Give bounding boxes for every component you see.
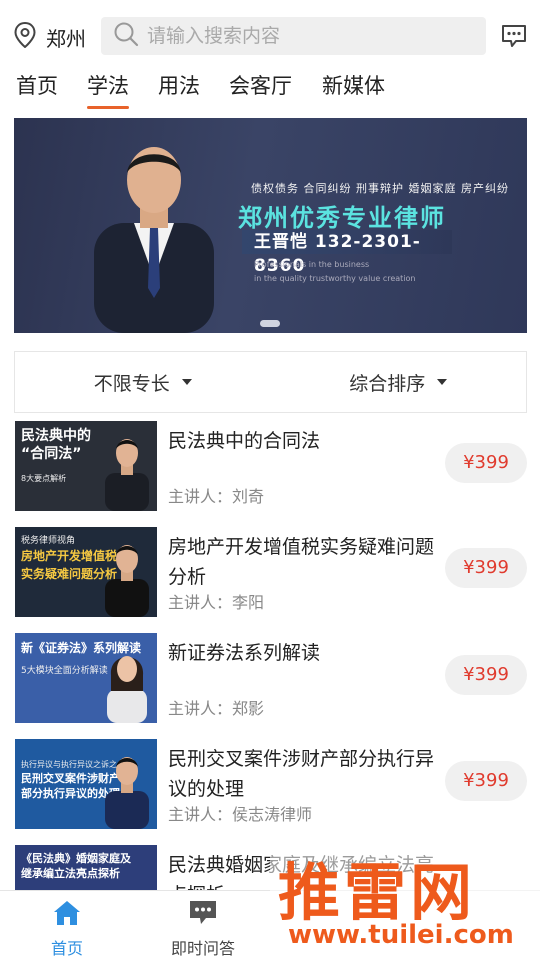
nav-instant-qa[interactable]: 即时问答 <box>158 899 248 959</box>
nav-instant-qa-label: 即时问答 <box>170 939 235 958</box>
course-item[interactable]: 民法典中的 “合同法” 8大要点解析 民法典中的合同法 主讲人：刘奇 ¥399 <box>15 421 527 511</box>
course-thumbnail: 税务律师视角 房地产开发增值税 实务疑难问题分析 <box>15 527 157 617</box>
sort-filter-label: 综合排序 <box>349 372 426 395</box>
course-lecturer: 主讲人：侯志涛律师 <box>168 805 313 824</box>
banner-contact: 王晋恺 132-2301-8360 <box>242 230 452 276</box>
location-pin-icon <box>14 21 36 52</box>
course-lecturer: 主讲人：李阳 <box>168 593 265 612</box>
lecturer-photo <box>105 545 149 617</box>
lecturer-photo <box>107 656 147 723</box>
home-icon <box>22 899 112 931</box>
course-item[interactable]: 税务律师视角 房地产开发增值税 实务疑难问题分析 房地产开发增值税实务疑难问题分… <box>15 527 527 617</box>
thumbnail-subtitle: 8大要点解析 <box>21 474 67 483</box>
price-button[interactable]: ¥399 <box>445 443 527 483</box>
watermark-logo: 推雷网 <box>278 856 477 929</box>
specialty-filter[interactable]: 不限专长 <box>15 352 271 412</box>
promo-banner[interactable]: 债权债务 合同纠纷 刑事辩护 婚姻家庭 房产纠纷 郑州优秀专业律师 王晋恺 13… <box>14 118 527 333</box>
sort-filter[interactable]: 综合排序 <box>271 352 527 412</box>
course-thumbnail: 民法典中的 “合同法” 8大要点解析 <box>15 421 157 511</box>
tab-use-law[interactable]: 用法 <box>158 70 200 100</box>
course-thumbnail: 执行异议与执行异议之诉之 民刑交叉案件涉财产 部分执行异议的处理 <box>15 739 157 829</box>
search-icon <box>113 21 139 51</box>
top-bar: 郑州 <box>0 0 540 68</box>
course-item[interactable]: 新《证券法》系列解读 5大模块全面分析解读 新证券法系列解读 主讲人：郑影 ¥3… <box>15 633 527 723</box>
caret-down-icon <box>437 379 448 385</box>
nav-home-label: 首页 <box>50 939 83 958</box>
banner-practice-areas: 债权债务 合同纠纷 刑事辩护 婚姻家庭 房产纠纷 <box>251 182 509 195</box>
thumbnail-title: 《民法典》婚姻家庭及 继承编立法亮点探析 <box>21 852 131 880</box>
lecturer-photo <box>105 757 149 829</box>
location-selector[interactable]: 郑州 <box>14 21 86 52</box>
thumbnail-subtitle: 5大模块全面分析解读 <box>21 666 108 676</box>
course-lecturer: 主讲人：郑影 <box>168 699 265 718</box>
banner-headline: 郑州优秀专业律师 <box>238 203 446 232</box>
nav-home[interactable]: 首页 <box>22 899 112 959</box>
watermark-url: www.tuilei.com <box>288 920 514 950</box>
carousel-indicator[interactable] <box>260 320 280 327</box>
lecturer-photo <box>105 439 149 511</box>
course-title: 民刑交叉案件涉财产部分执行异议的处理 <box>168 748 435 800</box>
banner-subtext-2: in the quality trustworthy value creatio… <box>254 274 416 283</box>
course-title: 民法典中的合同法 <box>168 430 321 452</box>
price-button[interactable]: ¥399 <box>445 548 527 588</box>
tab-lounge[interactable]: 会客厅 <box>229 70 292 100</box>
thumbnail-title: 民法典中的 “合同法” <box>21 428 91 462</box>
lawyer-photo <box>94 147 214 333</box>
thumbnail-subtitle: 税务律师视角 <box>21 536 76 546</box>
watermark: 推雷网 www.tuilei.com <box>270 838 540 960</box>
course-thumbnail: 新《证券法》系列解读 5大模块全面分析解读 <box>15 633 157 723</box>
specialty-filter-label: 不限专长 <box>93 372 170 395</box>
course-title: 房地产开发增值税实务疑难问题分析 <box>168 536 435 588</box>
location-label: 郑州 <box>46 26 86 51</box>
price-button[interactable]: ¥399 <box>445 655 527 695</box>
message-icon[interactable] <box>501 24 527 52</box>
banner-subtext-1: Professionals in the business <box>254 260 370 269</box>
tab-learn-law[interactable]: 学法 <box>87 70 129 109</box>
filter-bar: 不限专长 综合排序 <box>14 351 527 413</box>
course-title: 新证券法系列解读 <box>168 642 321 664</box>
tab-home[interactable]: 首页 <box>16 70 58 100</box>
chat-icon <box>158 899 248 931</box>
search-box[interactable] <box>101 17 486 55</box>
price-button[interactable]: ¥399 <box>445 761 527 801</box>
course-thumbnail: 《民法典》婚姻家庭及 继承编立法亮点探析 <box>15 845 157 890</box>
course-lecturer: 主讲人：刘奇 <box>168 487 265 506</box>
category-tabs: 首页 学法 用法 会客厅 新媒体 <box>0 68 540 109</box>
course-item[interactable]: 执行异议与执行异议之诉之 民刑交叉案件涉财产 部分执行异议的处理 民刑交叉案件涉… <box>15 739 527 829</box>
search-input[interactable] <box>147 25 447 47</box>
tab-new-media[interactable]: 新媒体 <box>322 70 385 100</box>
caret-down-icon <box>181 379 192 385</box>
